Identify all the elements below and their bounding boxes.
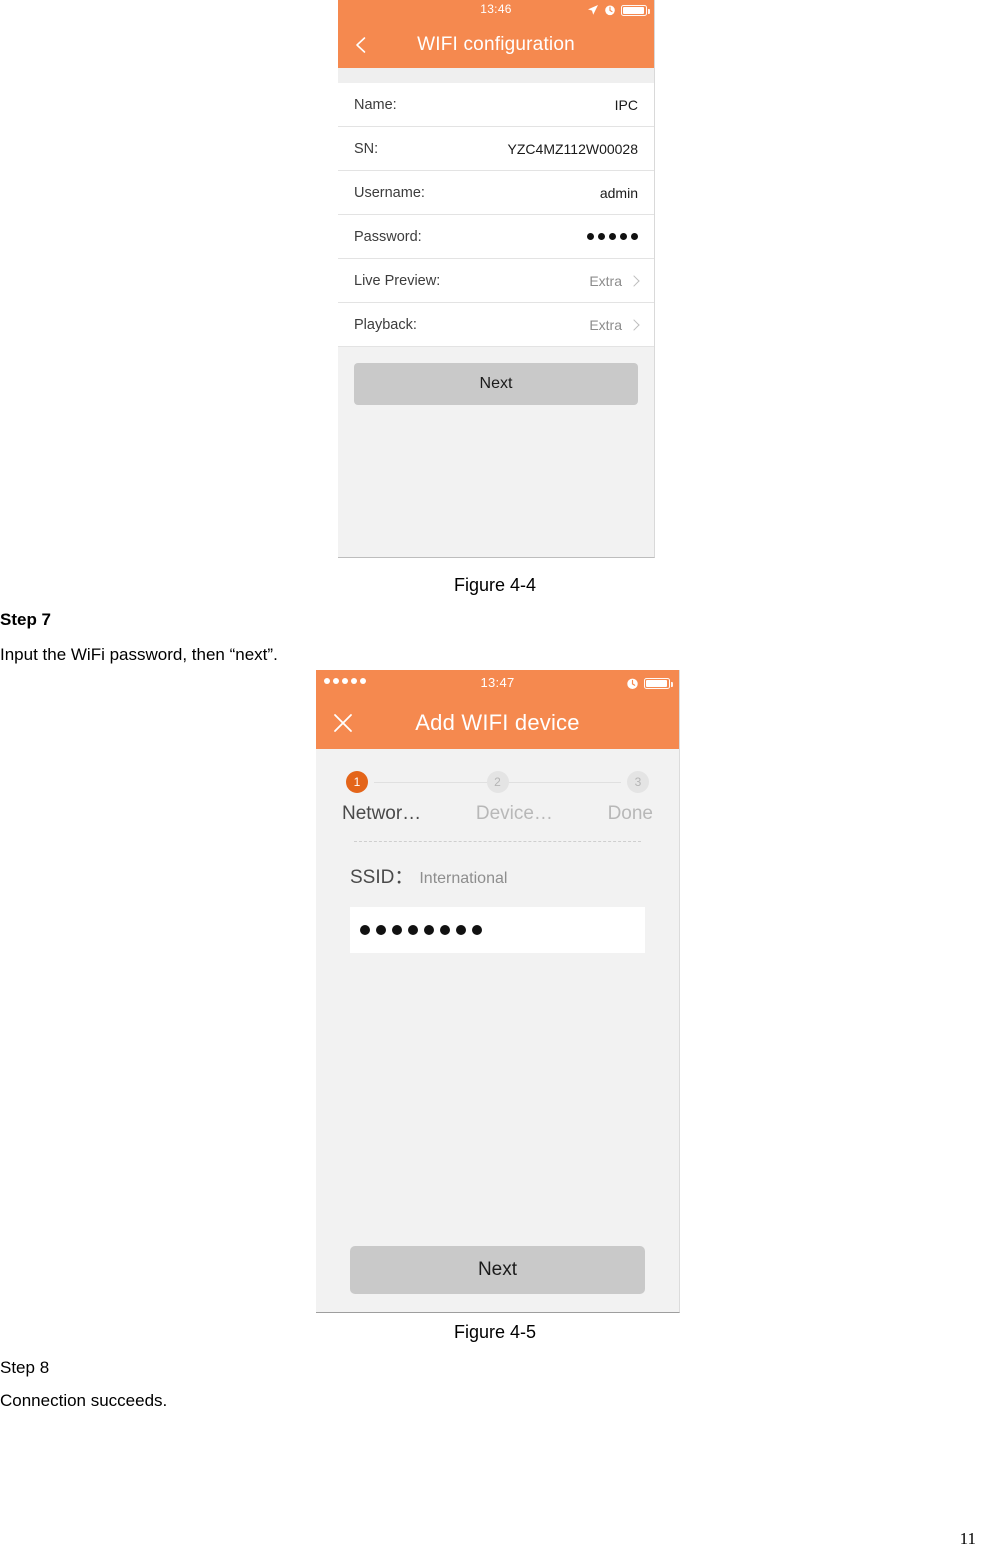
alarm-clock-icon [605, 5, 615, 16]
row-label: Name: [354, 96, 397, 113]
step-circle-1[interactable]: 1 [346, 771, 368, 793]
password-mask-dots [587, 233, 638, 240]
row-value-text: Extra [589, 272, 622, 289]
battery-icon [644, 678, 673, 689]
nav-bar: Add WIFI device [316, 697, 679, 749]
phone-screenshot-wifi-configuration: 13:46 WIFI configuration Name: IPC SN: Y… [338, 0, 655, 558]
content-top-spacer [338, 68, 654, 83]
page-title: WIFI configuration [417, 34, 575, 55]
row-label: Password: [354, 228, 422, 245]
step-7-text: Input the WiFi password, then “next”. [0, 645, 278, 664]
ssid-value: International [419, 870, 508, 887]
row-label: Username: [354, 184, 425, 201]
page-number: 11 [959, 1529, 976, 1548]
row-value-text: Extra [589, 316, 622, 333]
password-dot [424, 925, 434, 935]
password-dot [609, 233, 616, 240]
page-title: Add WIFI device [415, 710, 580, 735]
password-mask-dots [360, 925, 482, 935]
status-bar: 13:47 [316, 670, 679, 697]
password-dot [472, 925, 482, 935]
status-bar-time: 13:47 [480, 675, 515, 690]
location-arrow-icon [588, 5, 598, 15]
row-label: Live Preview: [354, 272, 441, 289]
figure-caption-4-5: Figure 4-5 [453, 1322, 537, 1342]
step-circle-2[interactable]: 2 [486, 771, 509, 793]
next-button[interactable]: Next [350, 1246, 645, 1294]
row-value: admin [599, 184, 638, 201]
password-dot [392, 925, 402, 935]
step-7-heading: Step 7 [0, 610, 52, 629]
step-label-3: Done [607, 803, 653, 824]
list-item-name[interactable]: Name: IPC [338, 83, 654, 127]
password-dot [360, 925, 370, 935]
settings-list: Name: IPC SN: YZC4MZ112W00028 Username: … [338, 83, 654, 347]
figure-caption-4-4: Figure 4-4 [453, 575, 537, 595]
step-8-heading: Step 8 [0, 1358, 50, 1377]
list-item-sn[interactable]: SN: YZC4MZ112W00028 [338, 127, 654, 171]
password-dot [408, 925, 418, 935]
row-value-password [587, 233, 638, 240]
list-item-password[interactable]: Password: [338, 215, 654, 259]
row-label: Playback: [354, 316, 417, 333]
content-spacer [316, 953, 679, 1246]
alarm-clock-icon [627, 678, 638, 690]
wifi-password-input[interactable] [350, 907, 645, 953]
ssid-row: SSID： International [316, 842, 679, 889]
stepper-labels: Networ… Device… Done [342, 803, 653, 825]
row-value: Extra [589, 272, 640, 289]
step-8-text: Connection succeeds. [0, 1391, 168, 1410]
list-item-username[interactable]: Username: admin [338, 171, 654, 215]
row-label: SN: [354, 140, 379, 157]
stepper-circles: 1 2 3 [342, 771, 653, 793]
step-label-1: Networ… [342, 803, 422, 824]
status-bar-icons [587, 4, 650, 16]
step-label-2: Device… [475, 803, 553, 824]
password-dot [587, 233, 594, 240]
status-bar: 13:46 [338, 0, 654, 22]
chevron-right-icon [628, 274, 640, 287]
next-button[interactable]: Next [354, 363, 638, 405]
row-value: IPC [614, 96, 638, 113]
list-item-live-preview[interactable]: Live Preview: Extra [338, 259, 654, 303]
chevron-right-icon [628, 318, 640, 331]
password-dot [456, 925, 466, 935]
step-circle-3[interactable]: 3 [627, 771, 649, 793]
phone-screenshot-add-wifi-device: 13:47 Add WIFI device 1 2 3 Networ… Devi… [316, 670, 680, 1313]
row-value: Extra [589, 316, 640, 333]
password-dot [631, 233, 638, 240]
nav-bar: WIFI configuration [338, 22, 654, 68]
password-dot [376, 925, 386, 935]
status-bar-icons [626, 677, 673, 690]
ssid-label: SSID： [350, 867, 414, 888]
password-dot [620, 233, 627, 240]
next-button-area: Next [316, 1246, 679, 1312]
document-page: 13:46 WIFI configuration Name: IPC SN: Y… [0, 0, 990, 1559]
password-dot [440, 925, 450, 935]
next-button-area: Next [338, 347, 654, 421]
battery-icon [621, 4, 650, 16]
list-item-playback[interactable]: Playback: Extra [338, 303, 654, 347]
wizard-stepper: 1 2 3 Networ… Device… Done [316, 749, 679, 842]
password-dot [598, 233, 605, 240]
row-value: YZC4MZ112W00028 [507, 140, 638, 157]
